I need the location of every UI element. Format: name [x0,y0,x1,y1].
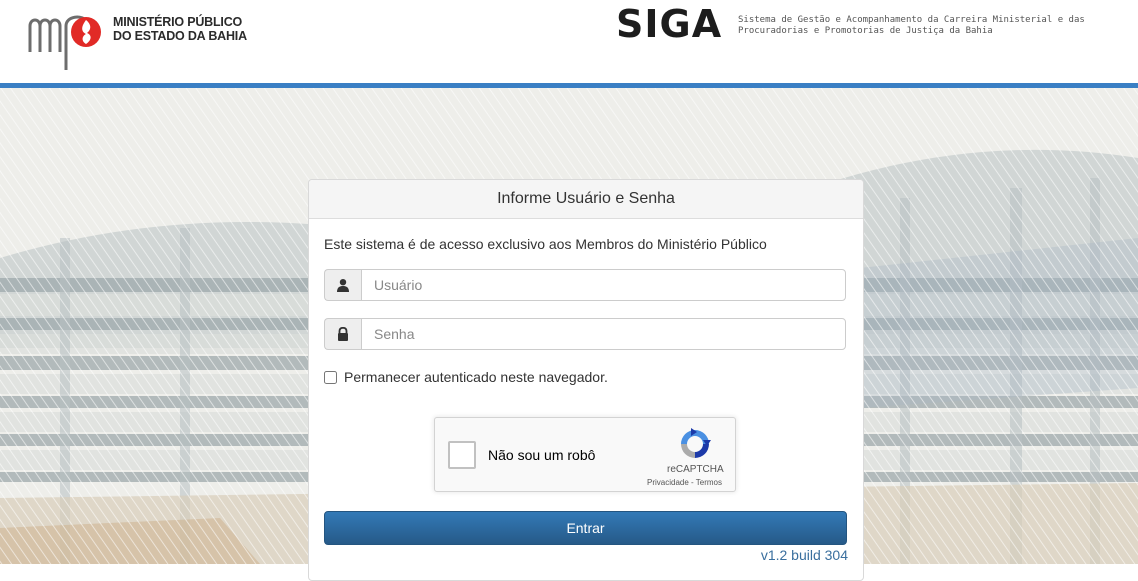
recaptcha-brand: reCAPTCHA [667,464,724,475]
username-input[interactable] [361,269,846,301]
system-description-line2: Procuradorias e Promotorias de Justiça d… [738,26,993,36]
login-button[interactable]: Entrar [324,511,847,545]
recaptcha-widget: Não sou um robô reCAPTCHA Privacidade - … [434,417,736,492]
recaptcha-terms-link[interactable]: Termos [696,478,722,487]
system-description-line1: Sistema de Gestão e Acompanhamento da Ca… [738,15,1085,25]
remember-me[interactable]: Permanecer autenticado neste navegador. [324,369,608,385]
recaptcha-logo-icon [681,428,711,458]
org-name-line2: DO ESTADO DA BAHIA [113,29,247,43]
login-panel: Informe Usuário e Senha Este sistema é d… [308,179,864,581]
password-input[interactable] [361,318,846,350]
lock-icon [324,318,361,350]
remember-me-checkbox[interactable] [324,370,337,384]
org-name-line1: MINISTÉRIO PÚBLICO [113,15,243,29]
recaptcha-links: Privacidade - Termos [647,478,722,487]
access-notice: Este sistema é de acesso exclusivo aos M… [324,236,767,252]
recaptcha-links-separator: - [688,478,696,487]
recaptcha-checkbox[interactable] [448,441,476,469]
remember-me-label: Permanecer autenticado neste navegador. [344,369,608,385]
password-group [324,318,846,350]
page-header: MINISTÉRIO PÚBLICO DO ESTADO DA BAHIA SI… [0,0,1138,84]
system-description: Sistema de Gestão e Acompanhamento da Ca… [738,15,1128,37]
system-title: SIGA [616,2,723,46]
recaptcha-privacy-link[interactable]: Privacidade [647,478,689,487]
login-panel-heading: Informe Usuário e Senha [309,180,863,219]
user-icon [324,269,361,301]
org-name: MINISTÉRIO PÚBLICO DO ESTADO DA BAHIA [113,15,247,43]
version-label: v1.2 build 304 [760,547,848,563]
username-group [324,269,846,301]
recaptcha-label: Não sou um robô [488,447,596,463]
mp-bahia-logo-icon [28,15,101,70]
